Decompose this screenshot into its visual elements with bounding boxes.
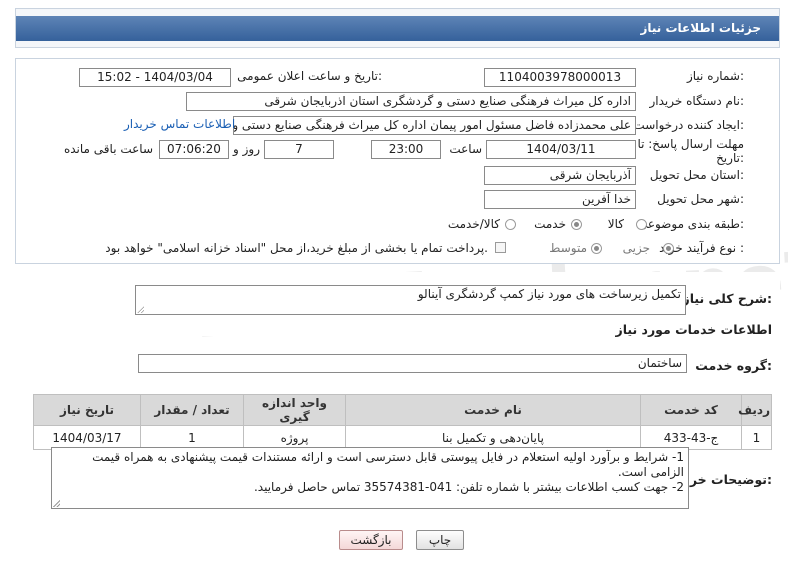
page-title: جزئیات اطلاعات نیاز [16,16,779,41]
cell-service-name: پایان‌دهی و تکمیل بنا [345,425,641,450]
cell-need-date: 1404/03/17 [33,425,141,450]
need-number-label: شماره نیاز: [686,69,744,83]
print-button[interactable]: چاپ [416,530,464,550]
description-field[interactable]: تکمیل زیرساخت های مورد نیاز کمپ گردشگری … [135,285,686,315]
buyer-contact-link[interactable]: اطلاعات تماس خریدار [124,117,235,131]
buyer-notes-field[interactable]: 1- شرایط و برآورد اولیه استعلام در فایل … [51,447,689,509]
description-label: شرح کلی نیاز: [682,291,773,306]
deadline-date-field[interactable]: 1404/03/11 [486,140,636,159]
services-table-header: ردیف کد خدمت نام خدمت واحد اندازه گیری ت… [33,394,772,426]
treasury-payment-checkbox[interactable] [495,242,506,253]
treasury-payment-note: پرداخت تمام یا بخشی از مبلغ خرید،از محل … [105,241,488,255]
remaining-time-field[interactable]: 07:06:20 [159,140,229,159]
buyer-notes-line2: الزامی است. [617,465,684,479]
col-header-service-code: کد خدمت [640,394,742,426]
cell-row-number: 1 [741,425,772,450]
cell-service-code: ج-43-433 [640,425,742,450]
requester-field[interactable]: علی محمدزاده فاضل مسئول امور پیمان اداره… [233,116,636,135]
category-label: طبقه بندی موضوعی: [637,217,744,231]
services-table: ردیف کد خدمت نام خدمت واحد اندازه گیری ت… [33,394,772,450]
province-label: استان محل تحویل: [649,168,744,182]
city-label: شهر محل تحویل: [657,192,744,206]
category-option-service: خدمت [534,217,566,231]
process-radio-minor[interactable] [663,243,674,254]
deadline-label-line1: مهلت ارسال پاسخ: تا [637,137,744,151]
category-radio-goods-service[interactable] [505,219,516,230]
col-header-quantity: تعداد / مقدار [140,394,244,426]
buyer-org-field[interactable]: اداره کل میراث فرهنگی صنایع دستی و گردشگ… [186,92,636,111]
need-number-field[interactable]: 1104003978000013 [484,68,636,87]
announce-datetime-field[interactable]: 1404/03/04 - 15:02 [79,68,231,87]
description-resize-handle[interactable] [137,306,144,313]
col-header-row-number: ردیف [738,394,772,426]
cell-unit: پروژه [243,425,346,450]
deadline-time-label: ساعت [449,142,482,156]
process-option-minor: جزیی [622,241,650,255]
notes-resize-handle[interactable] [53,500,60,507]
province-field[interactable]: آذربایجان شرقی [484,166,636,185]
remaining-days-field[interactable]: 7 [264,140,334,159]
process-option-medium: متوسط [549,241,587,255]
deadline-time-field[interactable]: 23:00 [371,140,441,159]
col-header-service-name: نام خدمت [345,394,641,426]
buyer-org-label: نام دستگاه خریدار: [649,94,745,108]
category-option-goods-service: کالا/خدمت [447,217,500,231]
remaining-time-label: ساعت باقی مانده [63,142,153,156]
header-frame: جزئیات اطلاعات نیاز [15,8,780,48]
process-radio-medium[interactable] [591,243,602,254]
category-option-goods: کالا [607,217,624,231]
deadline-label-line2: تاریخ: [716,151,744,165]
col-header-need-date: تاریخ نیاز [33,394,141,426]
service-group-field[interactable]: ساختمان [138,354,687,373]
city-field[interactable]: خدا آفرین [484,190,636,209]
buyer-notes-line1: 1- شرایط و برآورد اولیه استعلام در فایل … [92,450,684,464]
services-section-title: اطلاعات خدمات مورد نیاز [615,322,773,337]
service-group-label: گروه خدمت: [695,358,772,373]
remaining-days-label: روز و [233,142,260,156]
table-row: 1 ج-43-433 پایان‌دهی و تکمیل بنا پروژه 1… [33,425,772,450]
announce-datetime-label: تاریخ و ساعت اعلان عمومی: [237,69,382,83]
buyer-notes-line3: 2- جهت کسب اطلاعات بیشتر با شماره تلفن: … [253,480,684,494]
cell-quantity: 1 [140,425,244,450]
requester-label: ایجاد کننده درخواست: [633,118,744,132]
col-header-unit: واحد اندازه گیری [243,394,346,426]
category-radio-service[interactable] [571,219,582,230]
need-info-panel [15,58,780,264]
category-radio-goods[interactable] [636,219,647,230]
back-button[interactable]: بازگشت [339,530,403,550]
